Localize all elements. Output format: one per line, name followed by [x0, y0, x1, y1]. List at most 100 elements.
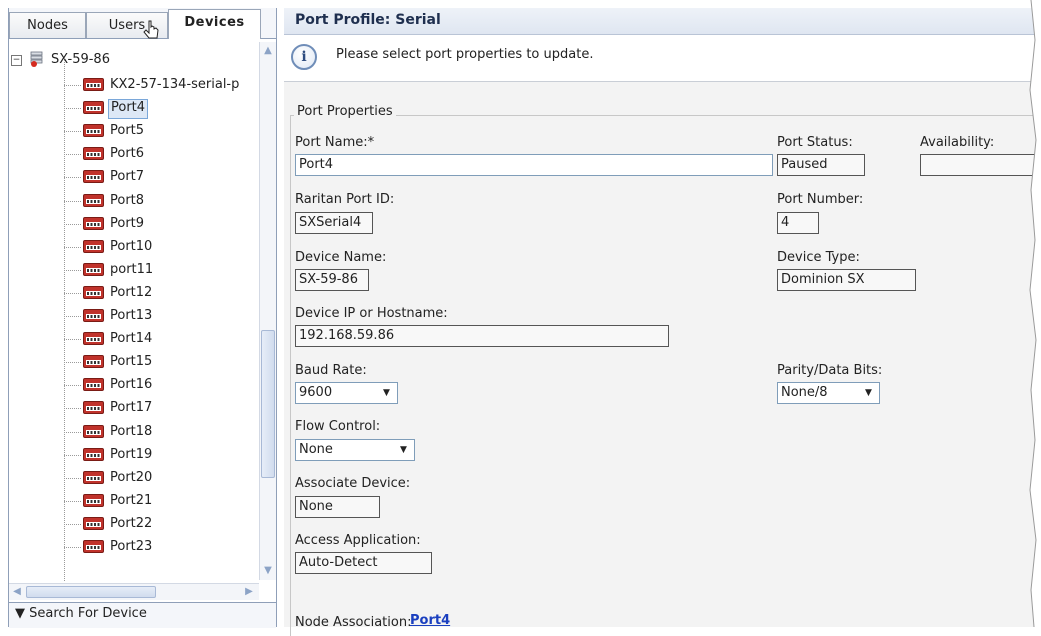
- tab-nodes[interactable]: Nodes: [9, 12, 86, 38]
- tab-label: Users: [108, 18, 146, 33]
- tree-connector: [64, 269, 81, 271]
- tree-item-port[interactable]: KX2-57-134-serial-p: [64, 75, 257, 96]
- tree-item-port[interactable]: Port16: [64, 375, 257, 396]
- serial-port-icon: [83, 124, 104, 138]
- tab-devices[interactable]: Devices: [168, 9, 261, 39]
- tree-item-label: Port15: [110, 354, 153, 370]
- tree-item-port[interactable]: port11: [64, 260, 257, 281]
- info-message-bar: i Please select port properties to updat…: [284, 35, 1041, 82]
- tree-item-port[interactable]: Port14: [64, 329, 257, 350]
- raritan-port-id-value: SXSerial4: [295, 212, 373, 234]
- tree-item-port[interactable]: Port18: [64, 422, 257, 443]
- serial-port-icon: [83, 516, 104, 530]
- serial-port-icon: [83, 332, 104, 346]
- tree-item-port[interactable]: Port6: [64, 144, 257, 165]
- serial-port-icon: [83, 540, 104, 553]
- page-title: Port Profile: Serial: [295, 12, 441, 28]
- tree-item-port[interactable]: Port21: [64, 491, 257, 512]
- associate-device-value: None: [295, 496, 380, 518]
- tree-item-port[interactable]: Port23: [64, 537, 257, 558]
- access-application-label: Access Application:: [295, 533, 421, 548]
- scrollbar-thumb[interactable]: [26, 586, 156, 598]
- serial-port-icon: [83, 101, 104, 115]
- serial-port-icon: [83, 401, 104, 415]
- port-name-input[interactable]: Port4: [295, 154, 773, 176]
- tree-connector: [64, 454, 81, 456]
- port-number-label: Port Number:: [777, 192, 864, 207]
- tree-item-port[interactable]: Port7: [64, 167, 257, 188]
- tree-connector: [64, 477, 81, 479]
- tree-item-label: Port22: [110, 515, 153, 531]
- parity-value: None/8: [781, 385, 828, 400]
- tree-item-port[interactable]: Port20: [64, 468, 257, 489]
- mouse-cursor-icon: [143, 20, 159, 39]
- tree-connector: [64, 362, 81, 364]
- scrollbar-thumb[interactable]: [261, 330, 275, 478]
- tree-item-port[interactable]: Port19: [64, 445, 257, 466]
- info-icon: i: [291, 44, 317, 70]
- serial-port-icon: [83, 493, 104, 507]
- tree-item-port[interactable]: Port22: [64, 514, 257, 535]
- tree-item-port[interactable]: Port10: [64, 237, 257, 258]
- tree-horizontal-scrollbar[interactable]: ◀ ▶: [9, 583, 259, 600]
- tree-item-port[interactable]: Port9: [64, 214, 257, 235]
- serial-port-icon: [83, 193, 104, 207]
- tree-item-port[interactable]: Port5: [64, 121, 257, 142]
- flow-control-label: Flow Control:: [295, 419, 381, 434]
- tree-item-port[interactable]: Port8: [64, 191, 257, 212]
- tree-item-port[interactable]: Port13: [64, 306, 257, 327]
- raritan-port-id-label: Raritan Port ID:: [295, 192, 395, 207]
- tree-item-port[interactable]: Port15: [64, 352, 257, 373]
- port-number-value: 4: [777, 212, 819, 234]
- dropdown-arrow-icon[interactable]: ▼: [379, 385, 394, 401]
- collapse-icon[interactable]: −: [11, 55, 22, 66]
- serial-port-icon: [83, 447, 104, 461]
- scroll-up-icon[interactable]: ▲: [261, 43, 275, 59]
- flow-control-select[interactable]: None ▼: [295, 439, 415, 461]
- scroll-down-icon[interactable]: ▼: [261, 563, 275, 579]
- tab-label: Devices: [184, 15, 245, 30]
- serial-port-icon: [83, 147, 104, 161]
- tree-connector: [64, 385, 81, 387]
- info-message: Please select port properties to update.: [336, 47, 594, 62]
- device-name-label: Device Name:: [295, 250, 387, 265]
- device-ip-label: Device IP or Hostname:: [295, 306, 448, 321]
- dropdown-arrow-icon[interactable]: ▼: [861, 385, 876, 401]
- search-for-device-toggle[interactable]: ▼ Search For Device: [9, 602, 276, 628]
- serial-port-icon: [83, 309, 104, 322]
- tree-vertical-scrollbar[interactable]: ▲ ▼: [259, 42, 276, 580]
- baud-rate-select[interactable]: 9600 ▼: [295, 382, 398, 404]
- tree-item-label: Port23: [110, 539, 153, 554]
- serial-port-icon: [83, 424, 104, 438]
- port-properties-legend: Port Properties: [294, 104, 396, 119]
- tree-item-label: Port21: [110, 492, 153, 508]
- node-association-label: Node Association:: [295, 615, 412, 630]
- tree-item-port[interactable]: Port12: [64, 283, 257, 304]
- tree-item-label: Port7: [110, 169, 145, 185]
- scroll-left-icon[interactable]: ◀: [9, 585, 25, 599]
- node-association-link[interactable]: Port4: [410, 613, 450, 628]
- tree-connector: [64, 408, 81, 410]
- serial-port-icon: [83, 239, 104, 253]
- availability-label: Availability:: [920, 135, 995, 150]
- device-type-label: Device Type:: [777, 250, 860, 265]
- tree-connector: [64, 154, 81, 156]
- serial-port-icon: [83, 170, 104, 184]
- serial-port-icon: [83, 378, 104, 392]
- tree-connector: [64, 292, 81, 294]
- scroll-right-icon[interactable]: ▶: [241, 585, 257, 599]
- tree-item-port[interactable]: Port17: [64, 398, 257, 419]
- device-type-value: Dominion SX: [777, 269, 916, 291]
- tree-item-label: Port13: [110, 308, 153, 323]
- access-application-value: Auto-Detect: [295, 552, 432, 574]
- tree-item-label: Port10: [110, 238, 153, 254]
- device-tree: − SX-59-86 KX2-57-134-serial-p Port4 Port5…: [9, 40, 257, 582]
- dropdown-arrow-icon[interactable]: ▼: [396, 442, 411, 458]
- flow-control-value: None: [299, 442, 333, 457]
- serial-port-icon: [83, 78, 104, 91]
- tree-connector: [64, 85, 81, 86]
- tree-item-port[interactable]: Port4: [64, 98, 257, 120]
- tree-item-label: Port5: [110, 123, 145, 139]
- tree-connector: [64, 431, 81, 433]
- parity-select[interactable]: None/8 ▼: [777, 382, 880, 404]
